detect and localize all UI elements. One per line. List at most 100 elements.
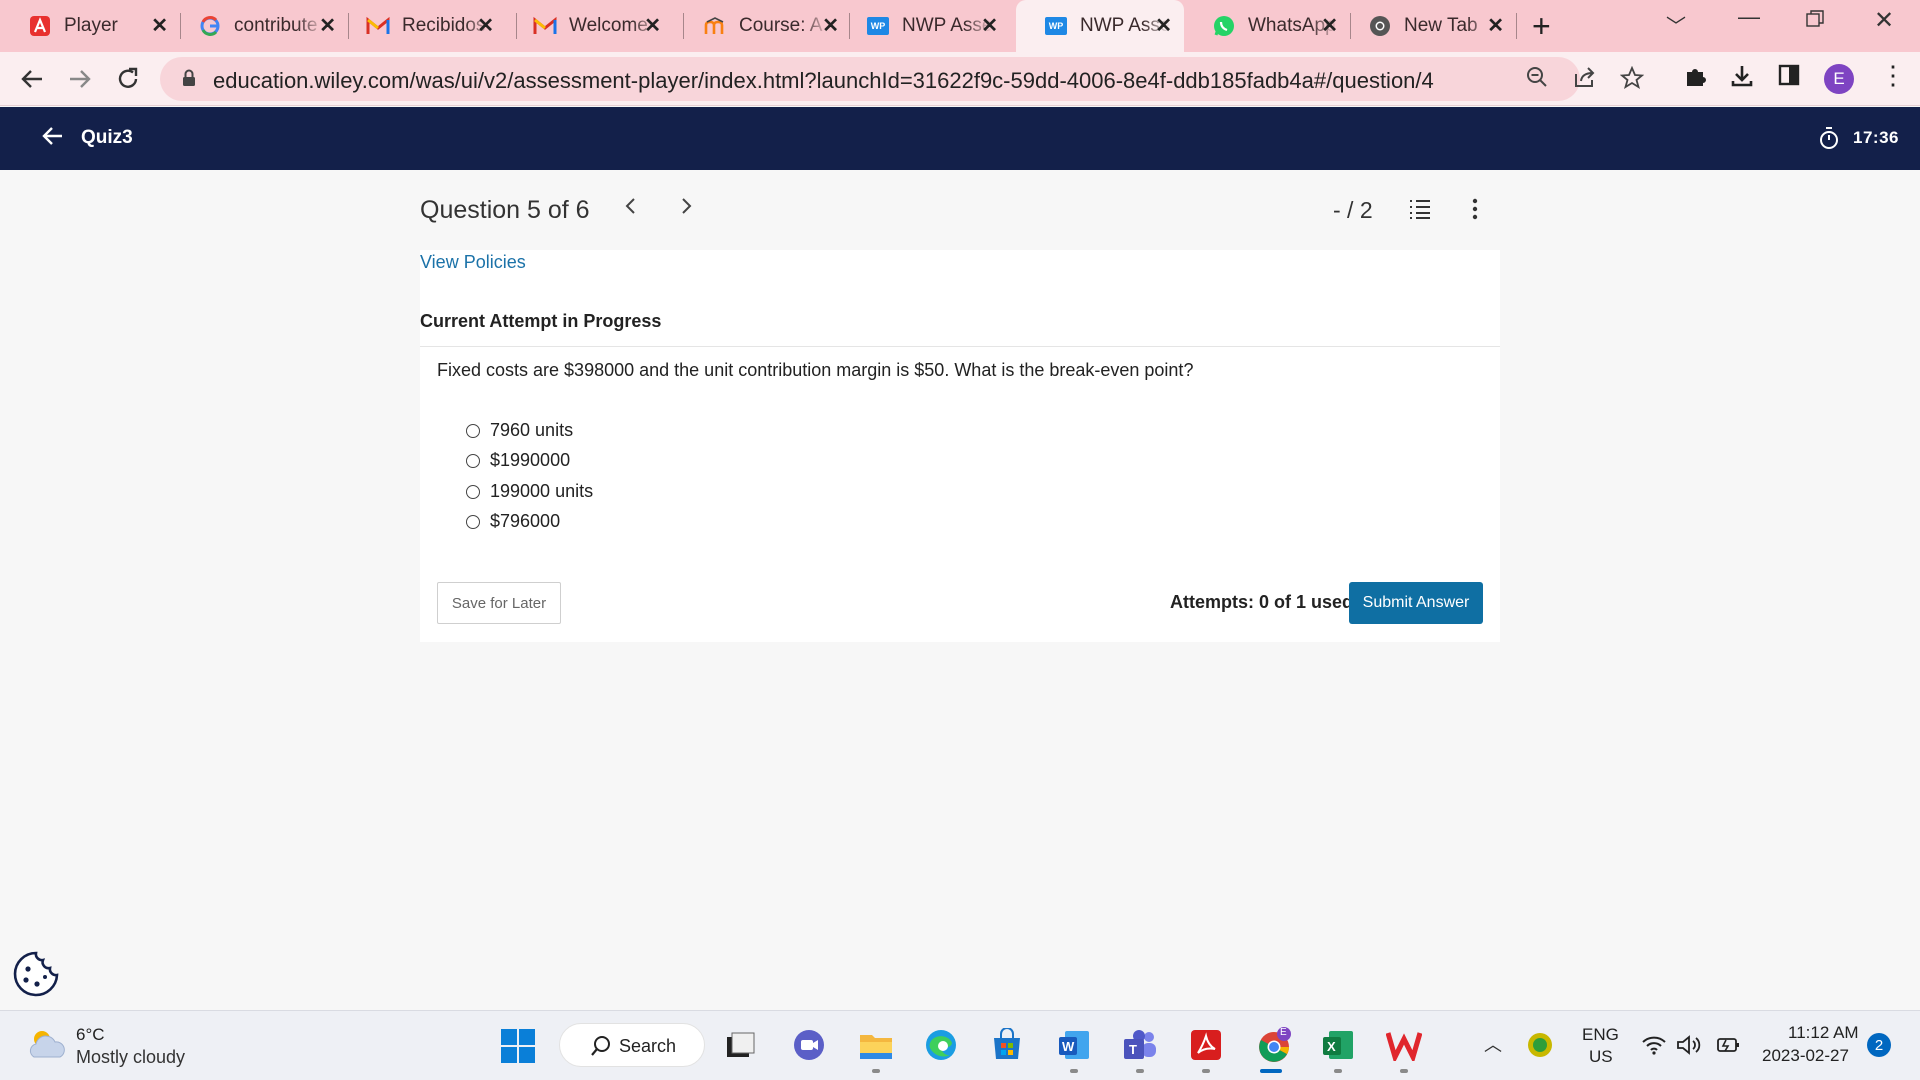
tab-google[interactable]: contribute ✕ xyxy=(170,0,348,52)
answer-option[interactable]: $1990000 xyxy=(466,450,570,471)
wileyplus-badge: WP xyxy=(1045,17,1067,35)
cookie-settings-icon[interactable] xyxy=(13,951,59,1002)
previous-question-chevron-icon[interactable] xyxy=(623,194,637,225)
forward-icon[interactable] xyxy=(62,61,98,97)
tab-course[interactable]: Course: A ✕ xyxy=(675,0,851,52)
tab-search-chevron-icon[interactable]: ﹀ xyxy=(1666,10,1686,39)
extensions-puzzle-icon[interactable] xyxy=(1683,64,1707,95)
quiz-title[interactable]: Quiz3 xyxy=(81,127,133,149)
reload-icon[interactable] xyxy=(110,61,146,97)
whatsapp-icon xyxy=(1212,14,1236,38)
svg-text:W: W xyxy=(1062,1039,1075,1054)
side-panel-icon[interactable] xyxy=(1778,64,1800,93)
wifi-icon[interactable] xyxy=(1638,1029,1670,1061)
radio-button[interactable] xyxy=(466,484,480,499)
radio-button[interactable] xyxy=(466,453,480,468)
gmail-icon xyxy=(366,14,390,38)
back-to-course-icon[interactable] xyxy=(42,125,64,153)
answer-option-label: $1990000 xyxy=(490,450,571,470)
quiz-timer: 17:36 xyxy=(1853,128,1899,147)
tab-nwp-assessment-1[interactable]: WP NWP Assessment ✕ xyxy=(838,0,1010,52)
submit-answer-button[interactable]: Submit Answer xyxy=(1349,582,1483,624)
wps-office-icon[interactable] xyxy=(1384,1025,1424,1065)
share-icon[interactable] xyxy=(1573,66,1597,94)
close-icon[interactable]: ✕ xyxy=(319,15,336,37)
radio-button[interactable] xyxy=(466,514,480,529)
minimize-icon[interactable]: — xyxy=(1738,4,1760,30)
tab-title: Course: A xyxy=(739,15,823,36)
radio-button[interactable] xyxy=(466,423,480,438)
question-list-icon[interactable] xyxy=(1408,198,1432,225)
close-icon[interactable]: ✕ xyxy=(1487,15,1504,37)
adobe-icon xyxy=(28,14,52,38)
close-icon[interactable]: ✕ xyxy=(477,15,494,37)
tab-gmail-welcome[interactable]: Welcome ✕ xyxy=(505,0,673,52)
bookmark-star-icon[interactable] xyxy=(1619,65,1645,96)
running-indicator xyxy=(1202,1069,1210,1073)
tab-player[interactable]: Player ✕ xyxy=(0,0,180,52)
chrome-taskbar-icon[interactable]: E xyxy=(1252,1025,1296,1065)
task-view-icon[interactable] xyxy=(720,1025,760,1065)
address-bar[interactable]: education.wiley.com/was/ui/v2/assessment… xyxy=(160,57,1645,101)
window-close-icon[interactable]: ✕ xyxy=(1874,6,1894,35)
close-icon[interactable]: ✕ xyxy=(822,15,839,37)
tab-title: Player xyxy=(64,15,118,36)
windows-taskbar: 6°C Mostly cloudy Search W T E X ︿ ENG U… xyxy=(0,1010,1920,1080)
teams-icon[interactable]: T xyxy=(1120,1025,1160,1065)
url-text: education.wiley.com/was/ui/v2/assessment… xyxy=(213,68,1434,93)
gmail-icon xyxy=(533,14,557,38)
language-indicator[interactable]: ENG xyxy=(1582,1025,1619,1045)
battery-plug-icon[interactable] xyxy=(1712,1029,1744,1061)
edge-icon[interactable] xyxy=(921,1025,961,1065)
close-icon[interactable]: ✕ xyxy=(644,15,661,37)
assessment-header: Quiz3 17:36 xyxy=(0,107,1920,170)
google-icon xyxy=(198,14,222,38)
question-counter: Question 5 of 6 xyxy=(420,196,590,224)
clock-time[interactable]: 11:12 AM xyxy=(1788,1023,1859,1043)
tab-new-tab[interactable]: New Tab ✕ xyxy=(1340,0,1516,52)
file-explorer-icon[interactable] xyxy=(856,1025,896,1065)
download-icon[interactable] xyxy=(1730,64,1754,95)
tab-gmail-recibidos[interactable]: Recibidos ✕ xyxy=(338,0,506,52)
microsoft-store-icon[interactable] xyxy=(987,1025,1027,1065)
excel-icon[interactable]: X xyxy=(1318,1025,1358,1065)
restore-icon[interactable] xyxy=(1806,8,1824,34)
answer-option-label: 7960 units xyxy=(490,420,574,440)
notification-badge[interactable]: 2 xyxy=(1867,1033,1891,1057)
view-policies-link[interactable]: View Policies xyxy=(420,252,526,273)
active-indicator xyxy=(1260,1069,1282,1073)
weather-cloudy-icon[interactable] xyxy=(26,1027,68,1066)
lock-icon xyxy=(182,69,196,92)
search-icon xyxy=(590,1035,612,1062)
save-for-later-button[interactable]: Save for Later xyxy=(437,582,561,624)
question-card: View Policies Current Attempt in Progres… xyxy=(420,250,1500,642)
back-icon[interactable] xyxy=(14,61,50,97)
answer-option[interactable]: $796000 xyxy=(466,511,560,532)
show-hidden-icons-chevron-icon[interactable]: ︿ xyxy=(1484,1031,1502,1057)
windows-start-icon[interactable] xyxy=(500,1028,536,1069)
tab-title: contribute xyxy=(234,15,318,36)
zoom-icon[interactable] xyxy=(1526,66,1548,94)
new-tab-plus-icon[interactable]: + xyxy=(1532,8,1551,44)
next-question-chevron-icon[interactable] xyxy=(680,194,694,225)
answer-option[interactable]: 199000 units xyxy=(466,481,593,502)
attempts-counter: Attempts: 0 of 1 used xyxy=(1170,592,1354,612)
tab-nwp-assessment-2[interactable]: WP NWP Assessment ✕ xyxy=(1016,0,1184,52)
acrobat-icon[interactable] xyxy=(1186,1025,1226,1065)
close-icon[interactable]: ✕ xyxy=(1321,15,1338,37)
close-icon[interactable]: ✕ xyxy=(151,15,168,37)
word-icon[interactable]: W xyxy=(1054,1025,1094,1065)
meet-chat-icon[interactable] xyxy=(789,1025,829,1065)
tray-app-icon[interactable] xyxy=(1522,1027,1558,1063)
profile-avatar[interactable]: E xyxy=(1824,64,1854,94)
close-icon[interactable]: ✕ xyxy=(1155,15,1172,37)
volume-icon[interactable] xyxy=(1673,1029,1705,1061)
tab-whatsapp[interactable]: WhatsApp ✕ xyxy=(1184,0,1350,52)
taskbar-search[interactable]: Search xyxy=(559,1023,705,1067)
close-icon[interactable]: ✕ xyxy=(981,15,998,37)
browser-menu-icon[interactable]: ⋮ xyxy=(1880,60,1906,91)
running-indicator xyxy=(1070,1069,1078,1073)
wileyplus-badge: WP xyxy=(867,17,889,35)
more-options-icon[interactable] xyxy=(1471,198,1479,225)
answer-option[interactable]: 7960 units xyxy=(466,420,573,441)
